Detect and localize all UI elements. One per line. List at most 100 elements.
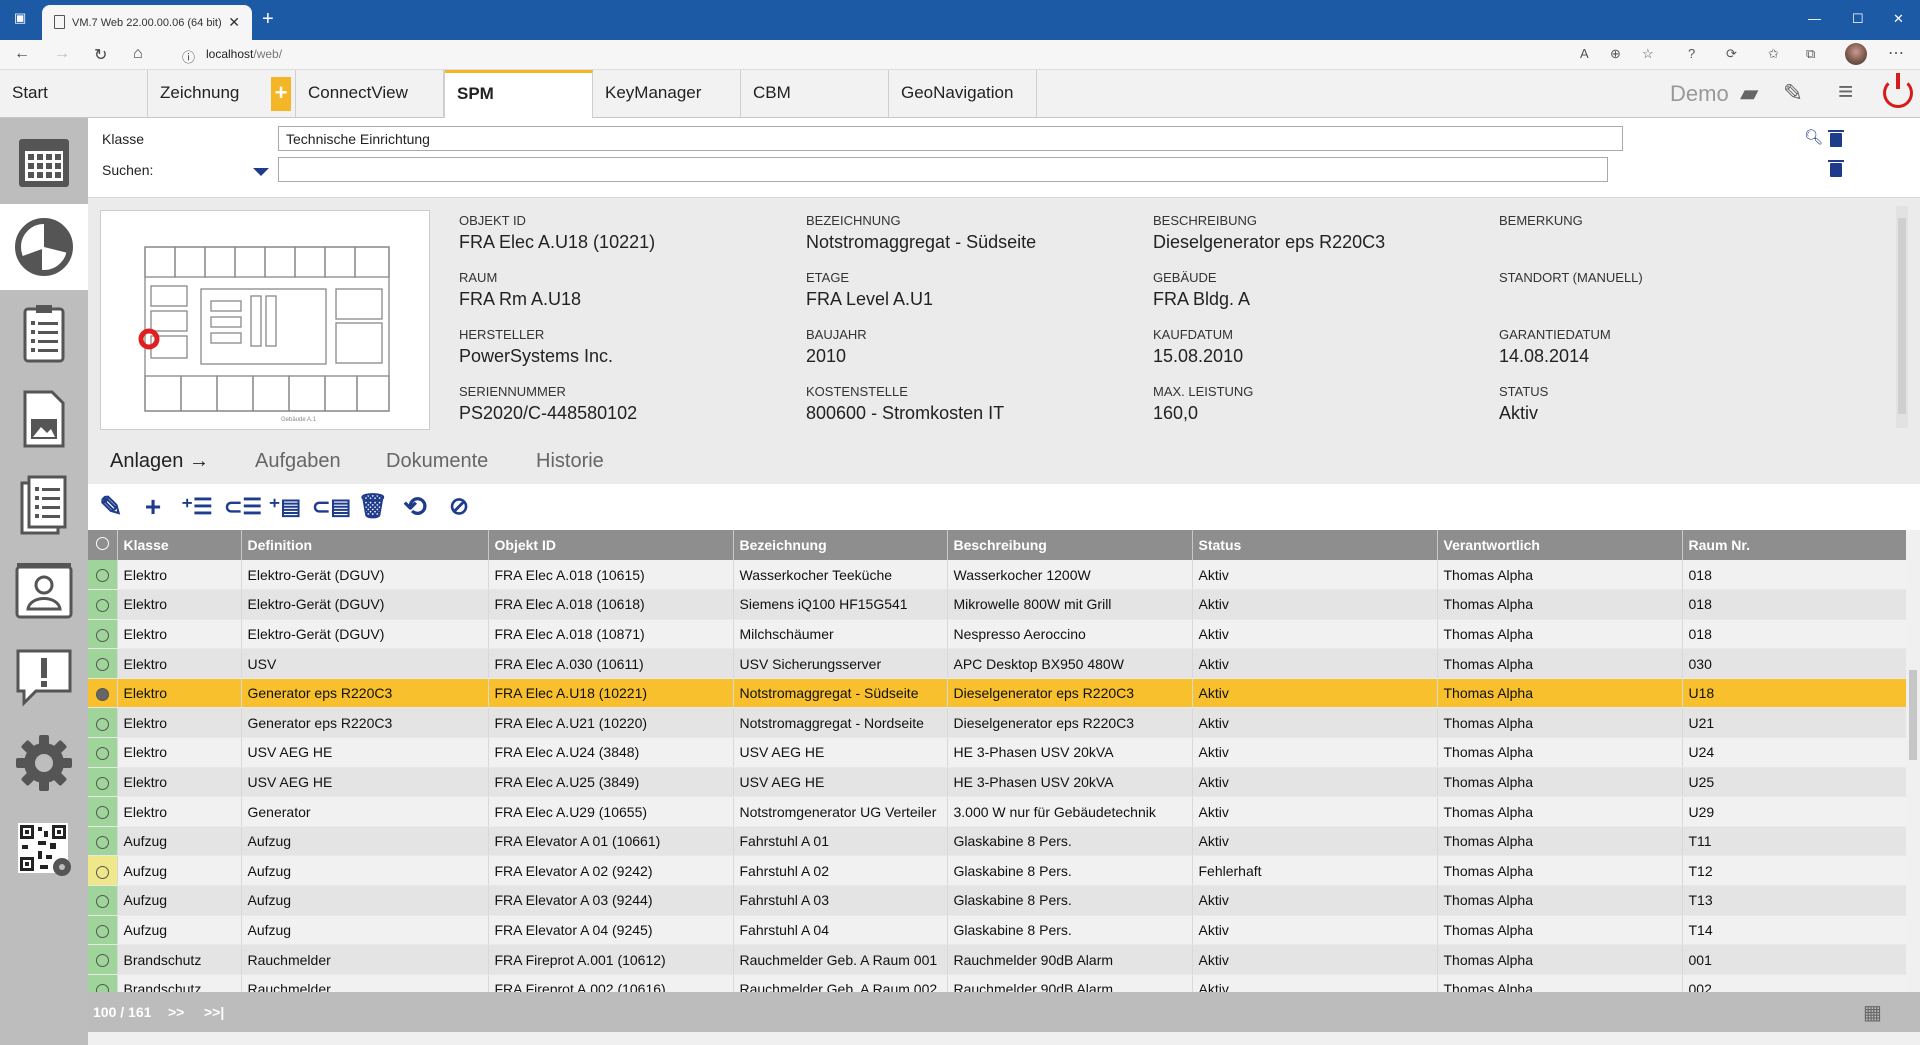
clear-klasse-icon[interactable]	[1828, 130, 1844, 147]
suchen-field[interactable]	[278, 157, 1608, 182]
row-select-radio[interactable]	[95, 983, 109, 992]
table-row[interactable]: Elektro USV AEG HE FRA Elec A.U25 (3849) US…	[88, 767, 1906, 798]
favorites-bar-icon[interactable]: ✩	[1768, 46, 1779, 62]
horizontal-scrollbar[interactable]	[88, 1032, 1920, 1045]
row-status-cell[interactable]	[88, 619, 118, 650]
sidebar-calendar[interactable]	[0, 118, 88, 204]
extension-icon[interactable]: ?	[1688, 46, 1695, 61]
row-select-radio[interactable]	[95, 835, 109, 849]
sidebar-images[interactable]	[0, 376, 88, 462]
row-status-cell[interactable]	[88, 826, 118, 857]
add-list-icon[interactable]: ⁺☰	[180, 490, 214, 524]
column-header[interactable]: Status	[1192, 530, 1438, 560]
row-status-cell[interactable]	[88, 915, 118, 946]
next-page-button[interactable]: >>	[168, 1004, 184, 1020]
sync-icon[interactable]: ⟳	[1726, 46, 1737, 62]
row-select-radio[interactable]	[95, 658, 109, 672]
dropdown-icon[interactable]	[253, 168, 269, 176]
add-document-icon[interactable]: ⁺▤	[268, 490, 302, 524]
select-all-header[interactable]	[88, 530, 118, 560]
menu-icon[interactable]: ≡	[1838, 76, 1853, 107]
tab-cbm[interactable]: CBM	[741, 70, 889, 118]
table-row[interactable]: Brandschutz Rauchmelder FRA Fireprot A.002…	[88, 974, 1906, 992]
row-select-radio[interactable]	[95, 569, 109, 583]
sidebar-list[interactable]	[0, 290, 88, 376]
table-row[interactable]: Aufzug Aufzug FRA Elevator A 01 (10661) Fah…	[88, 826, 1906, 857]
table-row[interactable]: Elektro USV AEG HE FRA Elec A.U24 (3848) US…	[88, 737, 1906, 768]
info-icon[interactable]: ⓘ	[182, 47, 195, 66]
more-icon[interactable]: ⋯	[1888, 43, 1904, 63]
table-row[interactable]: Elektro Elektro-Gerät (DGUV) FRA Elec A.01…	[88, 560, 1906, 591]
column-header[interactable]: Raum Nr.	[1682, 530, 1906, 560]
column-header[interactable]: Klasse	[117, 530, 242, 560]
close-tab-icon[interactable]: ✕	[228, 14, 240, 31]
row-status-cell[interactable]	[88, 648, 118, 679]
row-select-radio[interactable]	[95, 924, 109, 938]
sidebar-toggle-icon[interactable]: ▣	[14, 10, 26, 26]
tab-start[interactable]: Start	[0, 70, 148, 118]
column-header[interactable]: Bezeichnung	[733, 530, 948, 560]
table-row[interactable]: Elektro Elektro-Gerät (DGUV) FRA Elec A.01…	[88, 619, 1906, 650]
column-header[interactable]: Objekt ID	[488, 530, 734, 560]
minimize-icon[interactable]: —	[1808, 11, 1821, 26]
row-select-radio[interactable]	[95, 895, 109, 909]
row-status-cell[interactable]	[88, 944, 118, 975]
tab-aufgaben[interactable]: Aufgaben	[255, 450, 341, 473]
row-status-cell[interactable]	[88, 796, 118, 827]
row-select-radio[interactable]	[95, 599, 109, 613]
sidebar-qr[interactable]	[0, 806, 88, 892]
link-document-icon[interactable]: ⊂▤	[312, 490, 351, 524]
table-row[interactable]: Elektro Generator eps R220C3 FRA Elec A.U1…	[88, 678, 1906, 709]
tab-connectview[interactable]: ConnectView	[295, 70, 445, 118]
folder-icon[interactable]: ▰	[1740, 79, 1758, 108]
column-header[interactable]: Verantwortlich	[1437, 530, 1683, 560]
zoom-icon[interactable]: ⊕	[1610, 46, 1621, 62]
table-row[interactable]: Aufzug Aufzug FRA Elevator A 04 (9245) Fahr…	[88, 915, 1906, 946]
select-all-radio[interactable]	[95, 537, 109, 550]
forward-icon[interactable]: →	[54, 45, 70, 63]
home-icon[interactable]: ⌂	[133, 45, 143, 63]
sidebar-contacts[interactable]	[0, 548, 88, 634]
tab-historie[interactable]: Historie	[536, 450, 604, 473]
browser-tab[interactable]: VM.7 Web 22.00.00.06 (64 bit) ✕	[42, 5, 252, 40]
column-header[interactable]: Definition	[241, 530, 489, 560]
detail-scroll-thumb[interactable]	[1898, 218, 1906, 414]
search-icon[interactable]: 🔍︎	[1804, 128, 1823, 146]
row-select-radio[interactable]	[95, 776, 109, 790]
edit-icon[interactable]: ✎	[1783, 79, 1803, 108]
refresh-icon[interactable]: ↻	[94, 45, 107, 65]
row-status-cell[interactable]	[88, 974, 118, 992]
profile-avatar[interactable]	[1845, 43, 1867, 65]
row-status-cell[interactable]	[88, 855, 118, 887]
tab-anlagen[interactable]: Anlagen →	[110, 450, 209, 473]
table-row[interactable]: Elektro USV FRA Elec A.030 (10611) USV Sich…	[88, 648, 1906, 679]
tab-dokumente[interactable]: Dokumente	[386, 450, 488, 473]
delete-icon[interactable]: 🗑︎	[356, 490, 390, 524]
sidebar-spm[interactable]	[0, 204, 88, 290]
row-select-radio[interactable]	[95, 687, 109, 701]
row-select-radio[interactable]	[95, 954, 109, 968]
detail-scrollbar[interactable]	[1896, 206, 1908, 428]
row-select-radio[interactable]	[95, 747, 109, 761]
clear-suchen-icon[interactable]	[1828, 160, 1844, 177]
table-row[interactable]: Aufzug Aufzug FRA Elevator A 03 (9244) Fahr…	[88, 885, 1906, 916]
refresh-icon[interactable]: ⟲	[398, 490, 432, 524]
row-status-cell[interactable]	[88, 589, 118, 620]
collections-icon[interactable]: ⧉	[1806, 46, 1815, 62]
grid-scrollbar[interactable]	[1906, 530, 1920, 992]
table-row[interactable]: Elektro Generator FRA Elec A.U29 (10655) No…	[88, 796, 1906, 827]
power-icon[interactable]	[1883, 73, 1913, 108]
sidebar-alerts[interactable]	[0, 634, 88, 720]
back-icon[interactable]: ←	[14, 45, 30, 63]
export-icon[interactable]: ▦	[1863, 1000, 1882, 1025]
add-icon[interactable]: +	[136, 490, 170, 524]
read-aloud-icon[interactable]: A	[1580, 46, 1589, 61]
row-status-cell[interactable]	[88, 885, 118, 916]
close-window-icon[interactable]: ✕	[1893, 11, 1904, 27]
new-tab-icon[interactable]: +	[262, 8, 274, 31]
grid-scroll-thumb[interactable]	[1909, 670, 1917, 760]
favorite-icon[interactable]: ☆	[1642, 46, 1654, 62]
tab-keymanager[interactable]: KeyManager	[593, 70, 741, 118]
url-field[interactable]: localhost/web/	[206, 47, 282, 61]
sidebar-tasks[interactable]	[0, 462, 88, 548]
